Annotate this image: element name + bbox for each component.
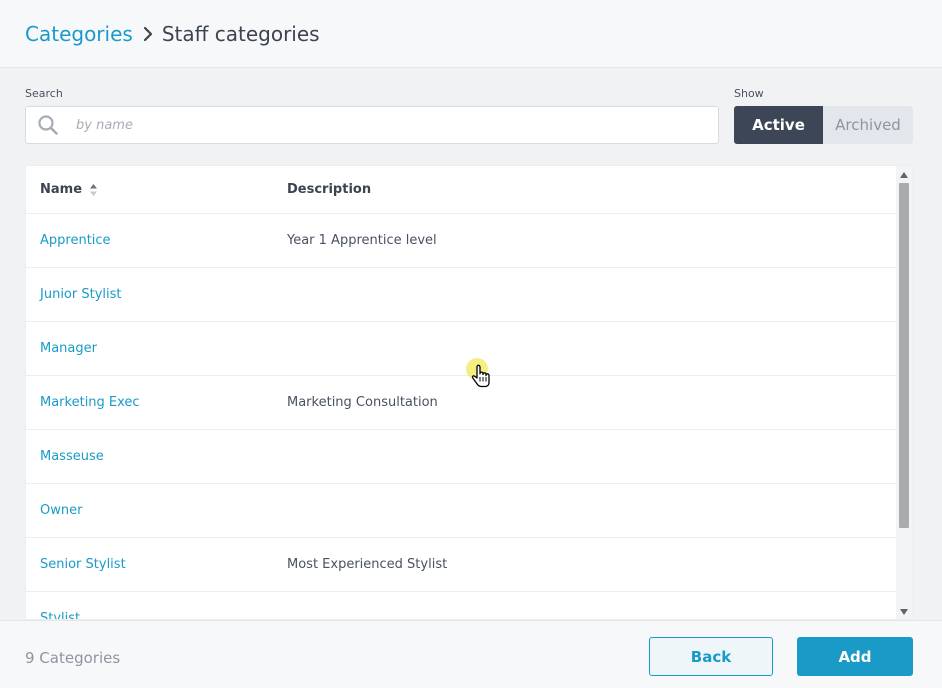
description-column-header: Description	[287, 182, 372, 197]
table-header: Name Description	[26, 166, 912, 214]
chevron-right-icon	[143, 26, 153, 42]
table-scrollbar[interactable]	[896, 166, 912, 619]
table-row[interactable]: Stylist	[26, 592, 912, 619]
back-button[interactable]: Back	[649, 637, 773, 676]
category-name-link[interactable]: Manager	[26, 341, 287, 356]
category-description: Marketing Consultation	[287, 395, 438, 410]
show-toggle: Active Archived	[734, 106, 913, 144]
category-name-link[interactable]: Masseuse	[26, 449, 287, 464]
table-row[interactable]: Owner	[26, 484, 912, 538]
search-input[interactable]	[76, 117, 656, 133]
footer: 9 Categories Back Add	[0, 620, 942, 688]
hand-pointer-icon	[466, 358, 494, 392]
scroll-down-arrow-icon[interactable]	[896, 605, 912, 619]
category-count: 9 Categories	[25, 649, 121, 667]
category-name-link[interactable]: Apprentice	[26, 233, 287, 248]
name-column-label: Name	[40, 182, 83, 197]
table-row[interactable]: Masseuse	[26, 430, 912, 484]
show-archived-button[interactable]: Archived	[823, 106, 913, 144]
category-description: Year 1 Apprentice level	[287, 233, 437, 248]
table-row[interactable]: Junior Stylist	[26, 268, 912, 322]
search-field[interactable]	[25, 106, 719, 144]
search-label: Search	[25, 87, 63, 100]
table-row[interactable]: Apprentice Year 1 Apprentice level	[26, 214, 912, 268]
scroll-up-arrow-icon[interactable]	[896, 168, 912, 182]
show-label: Show	[734, 87, 764, 100]
category-name-link[interactable]: Stylist	[26, 611, 287, 619]
category-name-link[interactable]: Owner	[26, 503, 287, 518]
show-active-button[interactable]: Active	[734, 106, 823, 144]
page-title: Staff categories	[161, 21, 320, 46]
categories-table: Name Description Apprentice Year 1 Appre…	[25, 165, 913, 620]
sort-icon[interactable]	[89, 183, 98, 197]
search-icon	[37, 114, 59, 136]
breadcrumb-categories-link[interactable]: Categories	[25, 22, 133, 46]
scrollbar-thumb[interactable]	[899, 183, 909, 528]
table-row[interactable]: Senior Stylist Most Experienced Stylist	[26, 538, 912, 592]
category-name-link[interactable]: Marketing Exec	[26, 395, 287, 410]
category-description: Most Experienced Stylist	[287, 557, 448, 572]
name-column-header[interactable]: Name	[26, 182, 287, 197]
add-button[interactable]: Add	[797, 637, 913, 676]
category-name-link[interactable]: Senior Stylist	[26, 557, 287, 572]
header: Categories Staff categories	[0, 0, 942, 68]
category-name-link[interactable]: Junior Stylist	[26, 287, 287, 302]
